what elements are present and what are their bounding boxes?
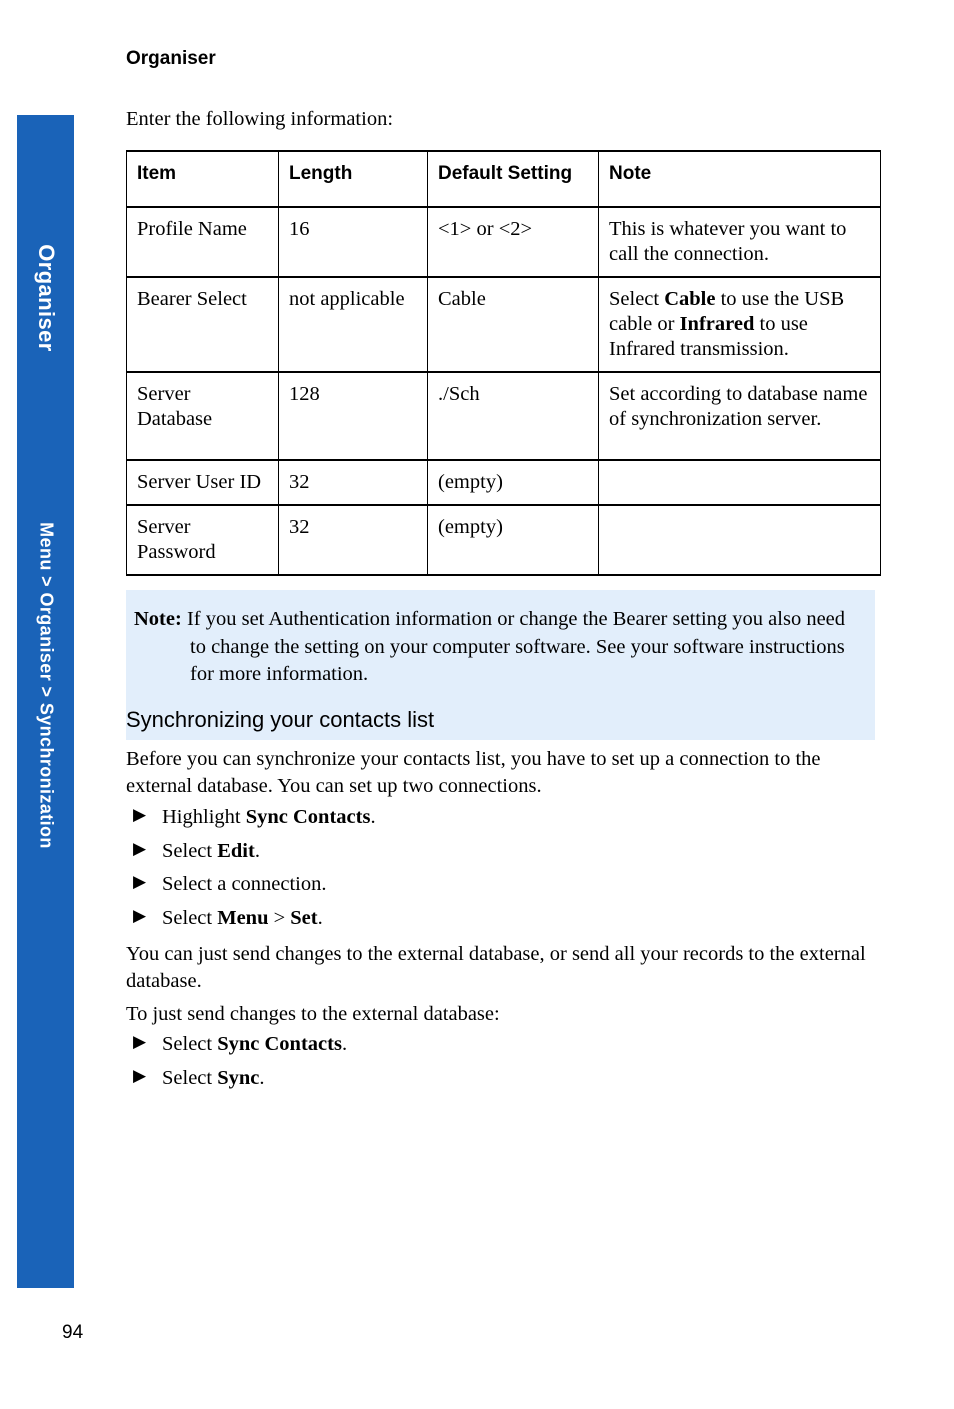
cell-note: This is whatever you want to call the co…	[598, 206, 881, 278]
cell-item: Profile Name	[126, 206, 279, 278]
list-item: ▶ Highlight Sync Contacts.	[126, 805, 878, 830]
cell-length: 32	[278, 504, 428, 576]
table-row: Server Password 32 (empty)	[126, 504, 881, 576]
cell-default: (empty)	[427, 459, 599, 506]
step-bold-menu: Menu	[217, 906, 269, 929]
table-row: Server Database 128 ./Sch Set according …	[126, 371, 881, 461]
triangle-bullet-icon: ▶	[133, 905, 147, 926]
list-item: ▶ Select Sync.	[126, 1066, 878, 1091]
table-header-row: Item Length Default Setting Note	[126, 150, 881, 208]
send-options-paragraph: You can just send changes to the externa…	[126, 943, 866, 992]
step-lead: Select	[162, 1033, 218, 1055]
table-row: Profile Name 16 <1> or <2> This is whate…	[126, 206, 881, 278]
triangle-bullet-icon: ▶	[133, 1065, 147, 1086]
list-item: ▶ Select Sync Contacts.	[126, 1032, 878, 1057]
note-text-a: Select	[609, 288, 665, 310]
table-row: Bearer Select not applicable Cable Selec…	[126, 276, 881, 373]
cell-length: 128	[278, 371, 428, 461]
step-tail: .	[259, 1066, 265, 1089]
note-label: Note:	[134, 608, 182, 630]
triangle-bullet-icon: ▶	[133, 838, 147, 859]
step-bold: Sync	[217, 1066, 260, 1089]
page-number: 94	[62, 1322, 84, 1343]
setup-steps-list: ▶ Highlight Sync Contacts. ▶ Select Edit. …	[126, 805, 878, 939]
list-item: ▶ Select Menu > Set.	[126, 906, 878, 931]
settings-table: Item Length Default Setting Note Profile…	[126, 150, 881, 576]
page-running-head: Organiser	[126, 48, 216, 69]
column-header-item: Item	[126, 150, 279, 208]
list-item: ▶ Select Edit.	[126, 839, 878, 864]
step-lead: Select a connection.	[162, 873, 327, 895]
cell-note: Set according to database name of synchr…	[598, 371, 881, 461]
cell-length: 32	[278, 459, 428, 506]
cell-length: not applicable	[278, 276, 428, 373]
list-item: ▶ Select a connection.	[126, 872, 878, 897]
cell-item: Server Password	[126, 504, 279, 576]
cell-item: Bearer Select	[126, 276, 279, 373]
cell-note: Select Cable to use the USB cable or Inf…	[598, 276, 881, 373]
chapter-side-tab: Organiser Menu > Organiser > Synchroniza…	[17, 115, 74, 1288]
step-bold: Sync Contacts	[245, 806, 371, 828]
cell-length: 16	[278, 206, 428, 278]
step-lead: Select	[162, 906, 218, 929]
send-steps-list: ▶ Select Sync Contacts. ▶ Select Sync.	[126, 1032, 878, 1099]
step-bold-set: Set	[290, 906, 318, 929]
table-row: Server User ID 32 (empty)	[126, 459, 881, 506]
note-body-text: If you set Authentication information or…	[181, 608, 846, 685]
section-intro-paragraph: Before you can synchronize your contacts…	[126, 748, 821, 797]
column-header-default: Default Setting	[427, 150, 599, 208]
step-lead: Highlight	[162, 806, 246, 828]
sidebar-breadcrumb-label: Menu > Organiser > Synchronization	[36, 522, 56, 849]
cell-note	[598, 504, 881, 576]
cell-default: (empty)	[427, 504, 599, 576]
column-header-length: Length	[278, 150, 428, 208]
column-header-note: Note	[598, 150, 881, 208]
triangle-bullet-icon: ▶	[133, 805, 147, 825]
send-changes-lead-in: To just send changes to the external dat…	[126, 1003, 500, 1025]
cell-default: <1> or <2>	[427, 206, 599, 278]
step-bold: Edit	[217, 839, 255, 862]
intro-paragraph: Enter the following information:	[126, 108, 394, 130]
step-tail: .	[341, 1033, 348, 1055]
section-heading: Synchronizing your contacts list	[126, 707, 435, 732]
triangle-bullet-icon: ▶	[133, 1032, 147, 1052]
step-bold: Sync Contacts	[217, 1033, 342, 1055]
cell-default: Cable	[427, 276, 599, 373]
note-bold-infrared: Infrared	[679, 313, 755, 335]
step-tail: .	[317, 906, 323, 929]
sidebar-chapter-label: Organiser	[33, 244, 59, 352]
step-tail: .	[254, 839, 260, 862]
note-bold-cable: Cable	[664, 288, 716, 310]
cell-item: Server User ID	[126, 459, 279, 506]
cell-note	[598, 459, 881, 506]
cell-default: ./Sch	[427, 371, 599, 461]
step-lead: Select	[162, 839, 218, 862]
step-tail: .	[370, 806, 376, 828]
triangle-bullet-icon: ▶	[133, 872, 147, 892]
step-separator: >	[268, 906, 291, 929]
step-lead: Select	[162, 1066, 218, 1089]
cell-item: Server Database	[126, 371, 279, 461]
